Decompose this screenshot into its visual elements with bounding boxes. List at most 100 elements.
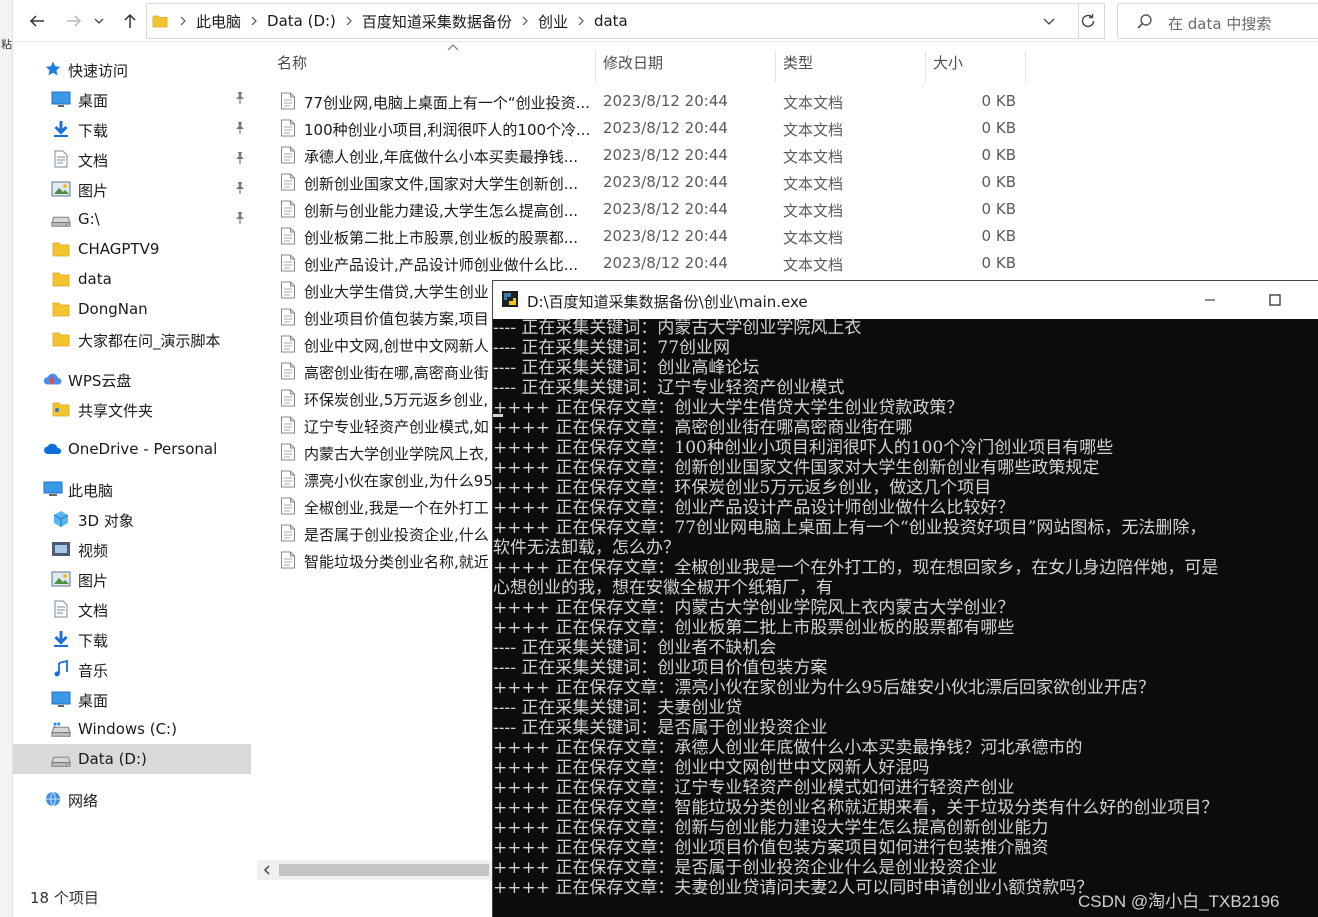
sidebar-item[interactable]: 网络: [13, 784, 251, 814]
refresh-button[interactable]: [1071, 3, 1105, 39]
breadcrumb-item[interactable]: data: [591, 12, 631, 30]
scrollbar-thumb[interactable]: [279, 864, 489, 876]
console-line: ++++ 正在保存文章：创新与创业能力建设大学生怎么提高创新创业能力: [493, 818, 1049, 838]
file-type: 文本文档: [783, 148, 844, 166]
minimize-button[interactable]: [1187, 287, 1233, 313]
pictures-icon: [51, 179, 71, 199]
sidebar-item-label: 文档: [78, 602, 109, 620]
column-header-size[interactable]: 大小: [933, 42, 1023, 82]
column-divider[interactable]: [1025, 50, 1026, 82]
console-line: ---- 正在采集关键词：创业者不缺机会: [493, 638, 777, 658]
pin-icon[interactable]: [233, 211, 247, 229]
sidebar-item[interactable]: WPS云盘: [13, 364, 251, 394]
search-box[interactable]: 在 data 中搜索: [1117, 3, 1318, 39]
address-box[interactable]: 此电脑 Data (D:) 百度知道采集数据备份 创业 data: [146, 3, 1079, 39]
pin-icon[interactable]: [233, 91, 247, 109]
forward-button[interactable]: [62, 9, 86, 33]
sidebar-item[interactable]: Windows (C:): [13, 714, 251, 744]
file-date: 2023/8/12 20:44: [603, 200, 728, 218]
column-header-type[interactable]: 类型: [783, 42, 923, 82]
file-row[interactable]: 承德人创业,年底做什么小本买卖最挣钱... 2023/8/12 20:44 文本文档…: [257, 142, 1318, 169]
address-history-dropdown[interactable]: [1042, 14, 1056, 32]
file-date: 2023/8/12 20:44: [603, 146, 728, 164]
sidebar-item[interactable]: 文档: [13, 594, 251, 624]
column-header-date[interactable]: 修改日期: [603, 42, 773, 82]
pin-icon[interactable]: [233, 151, 247, 169]
console-line: ++++ 正在保存文章：77创业网电脑上桌面上有一个“创业投资好项目”网站图标，…: [493, 518, 1207, 538]
column-header-name[interactable]: 名称: [277, 42, 597, 82]
sidebar-item[interactable]: 视频: [13, 534, 251, 564]
text-document-icon: [281, 173, 295, 191]
up-arrow-icon: [124, 13, 136, 28]
console-line: 软件无法卸载，怎么办？: [493, 538, 680, 558]
file-date: 2023/8/12 20:44: [603, 92, 728, 110]
file-date: 2023/8/12 20:44: [603, 173, 728, 191]
breadcrumb-separator-icon: [173, 15, 193, 27]
console-line: ++++ 正在保存文章：承德人创业年底做什么小本买卖最挣钱？河北承德市的: [493, 738, 1083, 758]
console-line: ---- 正在采集关键词：是否属于创业投资企业: [493, 718, 828, 738]
console-output[interactable]: ---- 正在采集关键词：内蒙古大学创业学院风上衣 ---- 正在采集关键词：77…: [493, 319, 1318, 917]
file-row[interactable]: 77创业网,电脑上桌面上有一个“创业投资... 2023/8/12 20:44 文本…: [257, 88, 1318, 115]
file-row[interactable]: 创新创业国家文件,国家对大学生创新创... 2023/8/12 20:44 文本文档…: [257, 169, 1318, 196]
sidebar-item-label: 大家都在问_演示脚本: [78, 332, 221, 350]
up-button[interactable]: [118, 9, 142, 33]
sidebar-item[interactable]: CHAGPTV9: [13, 234, 251, 264]
console-window[interactable]: D:\百度知道采集数据备份\创业\main.exe ---- 正在采集关键词：内…: [492, 280, 1318, 917]
sidebar-item[interactable]: 图片: [13, 564, 251, 594]
sidebar-item[interactable]: 快速访问: [13, 54, 251, 84]
back-button[interactable]: [25, 9, 49, 33]
sidebar-item[interactable]: 文档: [13, 144, 251, 174]
maximize-button[interactable]: [1252, 287, 1298, 313]
sidebar-item[interactable]: OneDrive - Personal: [13, 434, 251, 464]
console-title-bar[interactable]: D:\百度知道采集数据备份\创业\main.exe: [493, 281, 1318, 319]
console-line: ++++ 正在保存文章：创业产品设计产品设计师创业做什么比较好？: [493, 498, 1015, 518]
sidebar-item[interactable]: 桌面: [13, 84, 251, 114]
sidebar-item[interactable]: 图片: [13, 174, 251, 204]
pin-icon[interactable]: [233, 181, 247, 199]
file-row[interactable]: 创业板第二批上市股票,创业板的股票都... 2023/8/12 20:44 文本文档…: [257, 223, 1318, 250]
breadcrumb-item[interactable]: 此电脑: [193, 11, 244, 32]
sidebar-item-label: 桌面: [78, 92, 109, 110]
column-divider[interactable]: [595, 50, 596, 82]
file-size: 0 KB: [981, 146, 1016, 164]
sidebar-item[interactable]: 此电脑: [13, 474, 251, 504]
breadcrumb-item[interactable]: 百度知道采集数据备份: [359, 11, 515, 32]
file-row[interactable]: 创业产品设计,产品设计师创业做什么比... 2023/8/12 20:44 文本文档…: [257, 250, 1318, 277]
file-date: 2023/8/12 20:44: [603, 254, 728, 272]
sidebar-item[interactable]: 共享文件夹: [13, 394, 251, 424]
pin-icon[interactable]: [233, 121, 247, 139]
breadcrumb-item[interactable]: 创业: [535, 11, 571, 32]
sidebar-item[interactable]: 3D 对象: [13, 504, 251, 534]
sidebar-item[interactable]: 下载: [13, 624, 251, 654]
sidebar-item[interactable]: 桌面: [13, 684, 251, 714]
sidebar-item[interactable]: data: [13, 264, 251, 294]
sidebar-item-label: G:\: [78, 210, 100, 228]
file-row[interactable]: 创新与创业能力建设,大学生怎么提高创... 2023/8/12 20:44 文本文档…: [257, 196, 1318, 223]
text-document-icon: [281, 497, 295, 515]
sidebar-item[interactable]: Data (D:): [13, 744, 251, 774]
console-line: ---- 正在采集关键词：内蒙古大学创业学院风上衣: [493, 319, 862, 338]
text-document-icon: [281, 308, 295, 326]
text-document-icon: [281, 551, 295, 569]
background-window-strip: 粘: [0, 0, 13, 917]
file-row[interactable]: 100种创业小项目,利润很吓人的100个冷... 2023/8/12 20:44 文…: [257, 115, 1318, 142]
breadcrumb-item[interactable]: Data (D:): [264, 12, 339, 30]
music-icon: [51, 659, 71, 679]
sidebar-item-label: 图片: [78, 572, 109, 590]
sidebar-item[interactable]: G:\: [13, 204, 251, 234]
star-icon: [43, 59, 63, 79]
cloud-icon: [43, 369, 63, 389]
sidebar-item[interactable]: 音乐: [13, 654, 251, 684]
sidebar-item[interactable]: 下载: [13, 114, 251, 144]
recent-locations-button[interactable]: [90, 9, 108, 33]
sidebar-item[interactable]: DongNan: [13, 294, 251, 324]
horizontal-scrollbar[interactable]: [257, 860, 497, 880]
sidebar-item[interactable]: 大家都在问_演示脚本: [13, 324, 251, 354]
scroll-left-icon[interactable]: [261, 863, 273, 877]
column-divider[interactable]: [775, 50, 776, 82]
sidebar-item-label: 网络: [68, 792, 99, 810]
chevron-down-icon: [1043, 18, 1055, 25]
column-divider[interactable]: [925, 50, 926, 82]
console-line: ---- 正在采集关键词：77创业网: [493, 338, 731, 358]
console-line: ++++ 正在保存文章：100种创业小项目利润很吓人的100个冷门创业项目有哪些: [493, 438, 1114, 458]
